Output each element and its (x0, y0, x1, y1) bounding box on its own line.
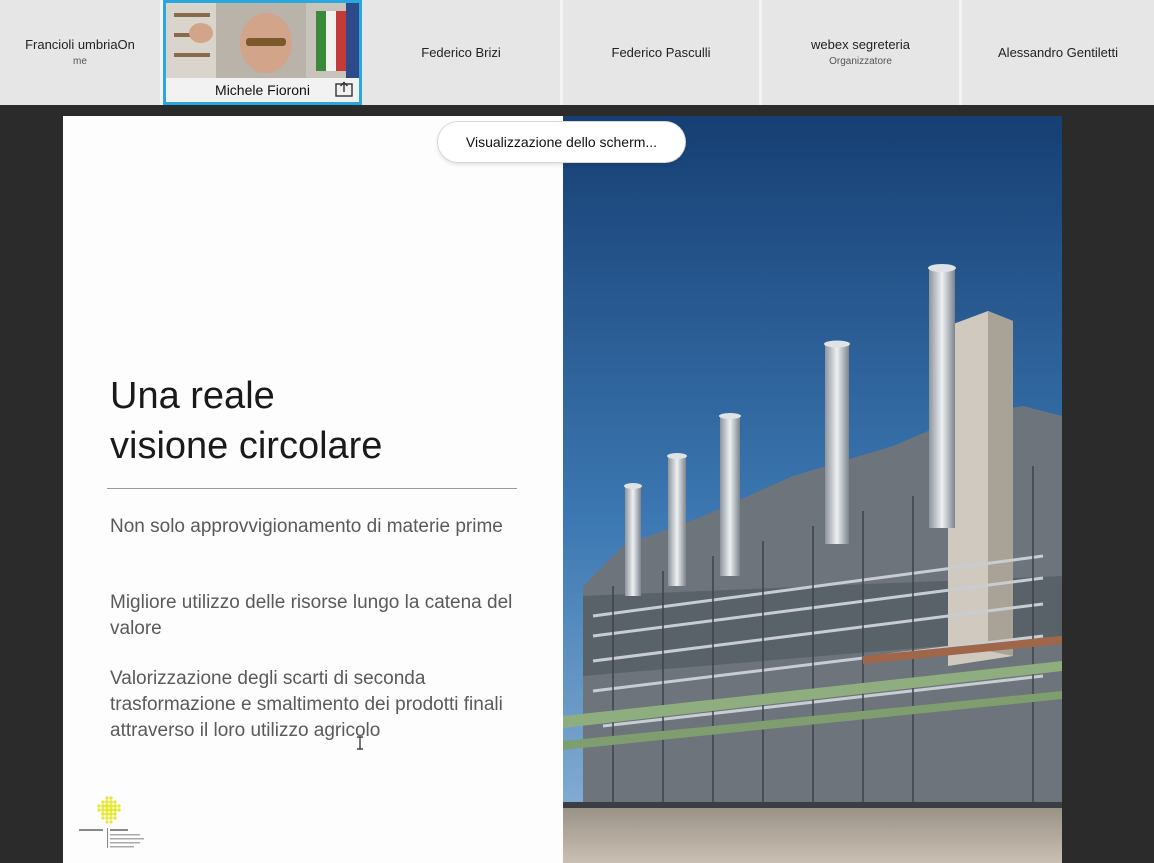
text-cursor-icon (357, 736, 363, 750)
shared-screen: Una reale visione circolare Non solo app… (63, 116, 1062, 863)
participant-name: Michele Fioroni (215, 82, 310, 98)
slide-bullet: Valorizzazione degli scarti di seconda t… (110, 668, 503, 741)
slide-text-panel: Una reale visione circolare Non solo app… (63, 116, 563, 863)
industrial-plant-photo (563, 116, 1062, 863)
slide-bullet: Migliore utilizzo delle risorse lungo la… (110, 592, 513, 639)
participant-strip: Francioli umbriaOn me Michele Fioroni Fe… (0, 0, 1154, 105)
slide-bullet: Non solo approvvigionamento di materie p… (110, 516, 503, 537)
participant-tile-michele-video[interactable]: Michele Fioroni (163, 0, 362, 105)
participant-caption: Michele Fioroni (166, 78, 359, 102)
participant-tile-francioli[interactable]: Francioli umbriaOn me (0, 0, 163, 105)
participant-name: Federico Brizi (421, 44, 501, 60)
participant-name: webex segreteria (811, 37, 910, 52)
slide-title-line: visione circolare (110, 425, 383, 467)
participant-role: me (73, 56, 87, 67)
participant-name: Federico Pasculli (611, 44, 711, 60)
screen-share-toast[interactable]: Visualizzazione dello scherm... (438, 122, 685, 162)
slide-title-line: Una reale (110, 375, 275, 417)
participant-tile-federico-brizi[interactable]: Federico Brizi (362, 0, 563, 105)
slide-title: Una reale visione circolare (110, 371, 382, 471)
organization-logo (79, 796, 144, 848)
participant-tile-webex-segreteria[interactable]: webex segreteria Organizzatore (762, 0, 962, 105)
participant-role: Organizzatore (829, 56, 892, 67)
participant-name: Francioli umbriaOn (25, 37, 135, 52)
participant-tile-federico-pasculli[interactable]: Federico Pasculli (563, 0, 762, 105)
participant-tile-alessandro-gentiletti[interactable]: Alessandro Gentiletti (962, 0, 1154, 105)
participant-name: Alessandro Gentiletti (998, 44, 1118, 60)
slide-divider (107, 488, 517, 489)
share-screen-icon (335, 81, 353, 97)
